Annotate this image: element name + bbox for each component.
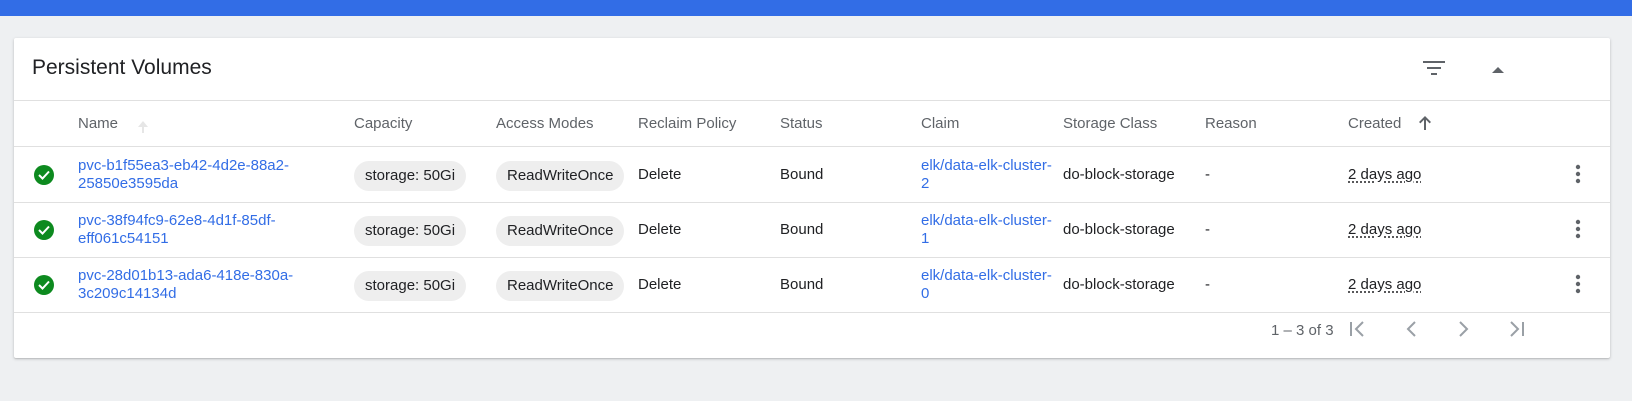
status-value: Bound	[780, 276, 824, 293]
sort-arrow-icon	[138, 120, 148, 138]
volume-name-line[interactable]: 3c209c14134d	[78, 285, 293, 303]
volume-name-line[interactable]: pvc-b1f55ea3-eb42-4d2e-88a2-	[78, 157, 289, 175]
reclaim-policy: Delete	[638, 221, 682, 238]
sort-ascending-icon[interactable]	[1419, 116, 1431, 135]
reason-value: -	[1205, 221, 1210, 238]
card-title: Persistent Volumes	[32, 56, 212, 79]
page-range-label: 1 – 3 of 3	[1271, 322, 1334, 339]
access-mode-chip: ReadWriteOnce	[496, 216, 625, 246]
next-page-button[interactable]	[1448, 315, 1480, 347]
filter-list-icon	[1423, 60, 1445, 81]
created-value: 2 days ago	[1348, 166, 1422, 183]
storage-class-value: do-block-storage	[1063, 166, 1175, 183]
column-header-reason: Reason	[1205, 115, 1257, 132]
claim-line[interactable]: 2	[921, 175, 1052, 193]
chevron-left-icon	[1405, 320, 1417, 342]
top-bar	[0, 0, 1632, 16]
more-vert-icon	[1575, 219, 1581, 244]
column-header-claim: Claim	[921, 115, 960, 132]
status-value: Bound	[780, 166, 824, 183]
claim-line[interactable]: 1	[921, 230, 1052, 248]
volume-name-line[interactable]: pvc-38f94fc9-62e8-4d1f-85df-	[78, 212, 276, 230]
column-header-capacity: Capacity	[354, 115, 413, 132]
volume-name-line[interactable]: 25850e3595da	[78, 175, 289, 193]
claim-link[interactable]: elk/data-elk-cluster- 1	[921, 212, 1052, 248]
column-header-storage-class: Storage Class	[1063, 115, 1158, 132]
column-header-created[interactable]: Created	[1348, 115, 1401, 132]
claim-line[interactable]: 0	[921, 285, 1052, 303]
reason-value: -	[1205, 166, 1210, 183]
volume-name-line[interactable]: pvc-28d01b13-ada6-418e-830a-	[78, 267, 293, 285]
created-value: 2 days ago	[1348, 221, 1422, 238]
volume-name-line[interactable]: eff061c54151	[78, 230, 276, 248]
claim-link[interactable]: elk/data-elk-cluster- 0	[921, 267, 1052, 303]
claim-line[interactable]: elk/data-elk-cluster-	[921, 157, 1052, 175]
persistent-volumes-card: Persistent Volumes Name Capacity Access …	[14, 38, 1610, 358]
capacity-chip: storage: 50Gi	[354, 271, 467, 301]
collapse-button[interactable]	[1480, 52, 1516, 88]
more-vert-icon	[1575, 274, 1581, 299]
chevron-right-icon	[1458, 320, 1470, 342]
row-actions-button[interactable]	[1564, 162, 1592, 190]
volume-name-link[interactable]: pvc-38f94fc9-62e8-4d1f-85df- eff061c5415…	[78, 212, 276, 248]
column-header-name[interactable]: Name	[78, 115, 118, 132]
first-page-icon	[1349, 320, 1367, 342]
column-header-reclaim-policy: Reclaim Policy	[638, 115, 737, 132]
paginator: 1 – 3 of 3	[14, 303, 1610, 358]
storage-class-value: do-block-storage	[1063, 221, 1175, 238]
last-page-icon	[1507, 320, 1525, 342]
access-mode-chip: ReadWriteOnce	[496, 161, 625, 191]
capacity-chip: storage: 50Gi	[354, 161, 467, 191]
created-value: 2 days ago	[1348, 276, 1422, 293]
last-page-button[interactable]	[1500, 315, 1532, 347]
claim-line[interactable]: elk/data-elk-cluster-	[921, 212, 1052, 230]
table-row: pvc-38f94fc9-62e8-4d1f-85df- eff061c5415…	[14, 203, 1610, 258]
access-mode-chip: ReadWriteOnce	[496, 271, 625, 301]
reclaim-policy: Delete	[638, 166, 682, 183]
capacity-chip: storage: 50Gi	[354, 216, 467, 246]
table-header: Name Capacity Access Modes Reclaim Polic…	[14, 101, 1610, 147]
first-page-button[interactable]	[1342, 315, 1374, 347]
arrow-drop-up-icon	[1492, 61, 1504, 79]
storage-class-value: do-block-storage	[1063, 276, 1175, 293]
previous-page-button[interactable]	[1395, 315, 1427, 347]
volume-name-link[interactable]: pvc-28d01b13-ada6-418e-830a- 3c209c14134…	[78, 267, 293, 303]
claim-link[interactable]: elk/data-elk-cluster- 2	[921, 157, 1052, 193]
claim-line[interactable]: elk/data-elk-cluster-	[921, 267, 1052, 285]
row-actions-button[interactable]	[1564, 217, 1592, 245]
table-row: pvc-b1f55ea3-eb42-4d2e-88a2- 25850e3595d…	[14, 148, 1610, 203]
check-circle-icon	[34, 165, 54, 185]
more-vert-icon	[1575, 164, 1581, 189]
card-header: Persistent Volumes	[14, 38, 1610, 101]
column-header-access-modes: Access Modes	[496, 115, 594, 132]
filter-button[interactable]	[1416, 52, 1452, 88]
reclaim-policy: Delete	[638, 276, 682, 293]
check-circle-icon	[34, 275, 54, 295]
row-actions-button[interactable]	[1564, 272, 1592, 300]
status-value: Bound	[780, 221, 824, 238]
reason-value: -	[1205, 276, 1210, 293]
check-circle-icon	[34, 220, 54, 240]
volume-name-link[interactable]: pvc-b1f55ea3-eb42-4d2e-88a2- 25850e3595d…	[78, 157, 289, 193]
column-header-status: Status	[780, 115, 823, 132]
